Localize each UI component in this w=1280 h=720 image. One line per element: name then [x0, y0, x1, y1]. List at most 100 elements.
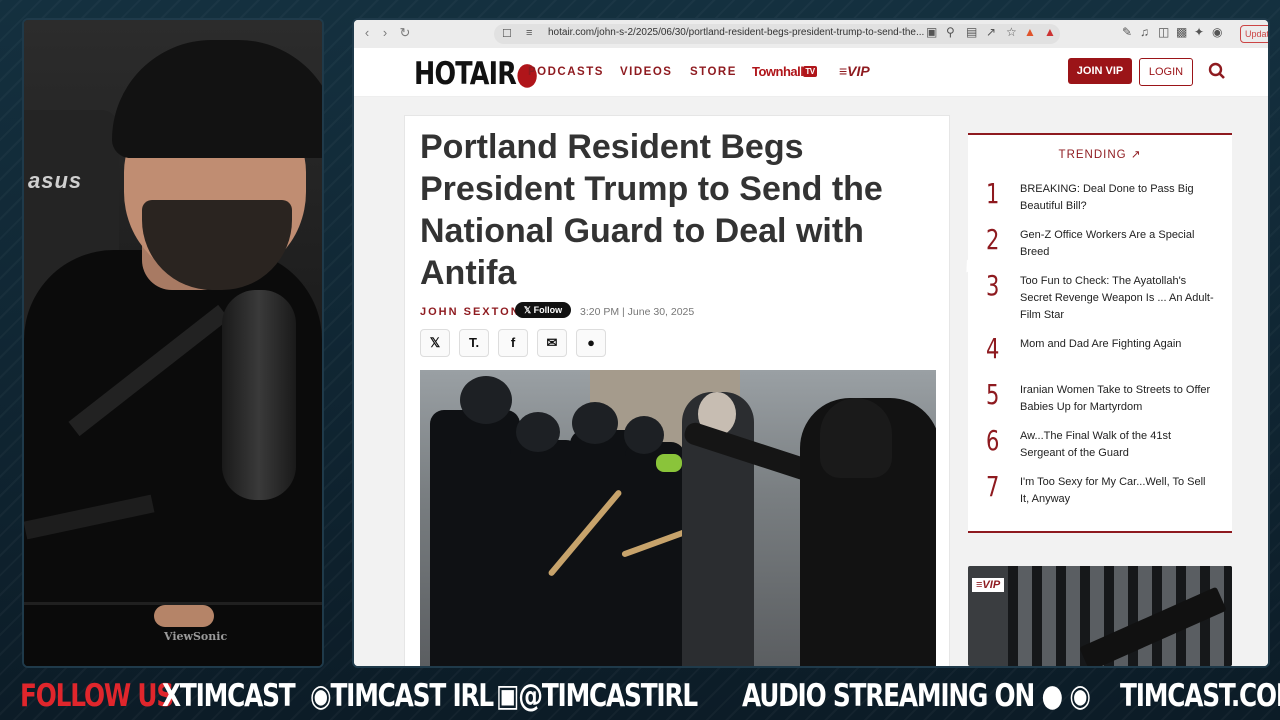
- photo-helmet: [460, 376, 512, 424]
- nav-townhall-tv[interactable]: Townhall TV: [752, 64, 817, 79]
- photo-helmet: [572, 402, 618, 444]
- trend-up-icon: ↗: [1130, 149, 1142, 161]
- music-icon[interactable]: ♫: [1140, 25, 1149, 39]
- instagram-icon: ▣: [496, 678, 519, 714]
- reload-icon[interactable]: ↻: [398, 26, 412, 40]
- rewards-icon[interactable]: ▲: [1044, 25, 1056, 39]
- share-email-icon[interactable]: ✉: [537, 329, 567, 357]
- hotair-logo[interactable]: HOTAIR●: [414, 56, 538, 92]
- x-handle: XTIMCAST: [162, 678, 296, 714]
- site-url: TIMCAST.COM: [1120, 678, 1280, 714]
- trending-link[interactable]: Iranian Women Take to Streets to Offer B…: [1020, 382, 1216, 416]
- microphone: [222, 290, 296, 500]
- flag-icon: ≡: [839, 63, 848, 79]
- instagram-handle-text: @TIMCASTIRL: [518, 678, 698, 714]
- chair-logo: asus: [28, 168, 83, 193]
- follow-us-label: FOLLOW US: [20, 678, 174, 714]
- nav-podcasts[interactable]: PODCASTS: [528, 66, 604, 78]
- share-icon[interactable]: ↗: [986, 25, 996, 39]
- trending-link[interactable]: Mom and Dad Are Fighting Again: [1020, 336, 1216, 353]
- article-card: Portland Resident Begs President Trump t…: [404, 115, 950, 666]
- browser-window: ‹ › ↻ ☐ ≡ hotair.com/john-s-2/2025/06/30…: [352, 18, 1270, 668]
- x-handle-text: TIMCAST: [179, 678, 296, 714]
- photo-helmet: [516, 412, 560, 452]
- nav-store[interactable]: STORE: [690, 66, 737, 78]
- instagram-handle: ▣@TIMCASTIRL: [496, 678, 698, 714]
- vpn-icon[interactable]: ◉: [1212, 25, 1222, 39]
- share-comment-icon[interactable]: ●: [576, 329, 606, 357]
- trending-label: TRENDING: [1058, 149, 1127, 161]
- trending-link[interactable]: Too Fun to Check: The Ayatollah's Secret…: [1020, 273, 1216, 324]
- photo-officer: [625, 442, 685, 666]
- facebook-handle: ◉TIMCAST IRL: [310, 678, 494, 714]
- page-content: Portland Resident Begs President Trump t…: [354, 97, 1268, 666]
- trending-number: 2: [986, 223, 1000, 256]
- follow-label: Follow: [533, 305, 563, 315]
- brave-shield-icon[interactable]: ▲: [1024, 25, 1036, 39]
- share-facebook-icon[interactable]: f: [498, 329, 528, 357]
- url-text[interactable]: hotair.com/john-s-2/2025/06/30/portland-…: [548, 27, 924, 38]
- trending-link[interactable]: Aw...The Final Walk of the 41st Sergeant…: [1020, 428, 1216, 462]
- trending-number: 6: [986, 424, 1000, 457]
- townhall-tv-badge: TV: [803, 66, 817, 77]
- photo-officer: [430, 410, 520, 666]
- trending-number: 3: [986, 269, 1000, 302]
- cast-icon[interactable]: ▣: [926, 25, 937, 39]
- webcam-feed: asus ViewSonic: [22, 18, 324, 668]
- join-vip-button[interactable]: JOIN VIP: [1068, 58, 1132, 84]
- facebook-icon: ◉: [310, 678, 332, 714]
- vip-badge-label: VIP: [982, 579, 1001, 591]
- trending-link[interactable]: BREAKING: Deal Done to Pass Big Beautifu…: [1020, 181, 1216, 215]
- vip-badge: ≡VIP: [972, 578, 1005, 592]
- zoom-icon[interactable]: ⚲: [946, 25, 955, 39]
- trending-number: 5: [986, 378, 1000, 411]
- logo-air: AIR: [469, 56, 517, 92]
- trending-link[interactable]: I'm Too Sexy for My Car...Well, To Sell …: [1020, 474, 1216, 508]
- sidebar-icon[interactable]: ◫: [1158, 25, 1169, 39]
- nav-vip[interactable]: ≡VIP: [839, 63, 870, 79]
- login-button[interactable]: LOGIN: [1139, 58, 1193, 86]
- update-button[interactable]: Updat: [1240, 25, 1268, 43]
- article-photo: [420, 370, 936, 666]
- bookmark-icon[interactable]: ☐: [502, 27, 512, 40]
- article-dateline: 3:20 PM | June 30, 2025: [580, 306, 695, 318]
- spotify-icon: ◉: [1069, 678, 1091, 714]
- trending-link[interactable]: Gen-Z Office Workers Are a Special Breed: [1020, 227, 1216, 261]
- search-icon[interactable]: [1208, 62, 1226, 80]
- share-truth-icon[interactable]: T.: [459, 329, 489, 357]
- back-icon[interactable]: ‹: [360, 26, 374, 40]
- logo-hot: HOT: [414, 56, 471, 92]
- site-info-icon[interactable]: ≡: [526, 27, 532, 39]
- extensions-icon[interactable]: ✎: [1122, 25, 1132, 39]
- trending-number: 7: [986, 470, 1000, 503]
- photo-glove: [656, 454, 682, 472]
- article-headline: Portland Resident Begs President Trump t…: [420, 128, 883, 292]
- host-hand: [154, 605, 214, 627]
- townhall-label: Townhall: [752, 64, 804, 79]
- nav-videos[interactable]: VIDEOS: [620, 66, 672, 78]
- trending-number: 4: [986, 332, 1000, 365]
- trending-sidebar: TRENDING ↗ 1 BREAKING: Deal Done to Pass…: [968, 133, 1232, 533]
- author-link[interactable]: JOHN SEXTON: [420, 306, 521, 318]
- bookmark-star-icon[interactable]: ☆: [1006, 25, 1017, 39]
- wallet-icon[interactable]: ▩: [1176, 25, 1187, 39]
- reader-icon[interactable]: ▤: [966, 25, 977, 39]
- site-header: HOTAIR● PODCASTS VIDEOS STORE Townhall TV…: [354, 48, 1268, 97]
- trending-number: 1: [986, 177, 1000, 210]
- monitor-brand: ViewSonic: [164, 630, 228, 643]
- social-ticker: FOLLOW US XTIMCAST ◉TIMCAST IRL ▣@TIMCAS…: [0, 672, 1280, 720]
- x-icon: 𝕏: [523, 305, 534, 315]
- share-x-icon[interactable]: 𝕏: [420, 329, 450, 357]
- browser-toolbar: ‹ › ↻ ☐ ≡ hotair.com/john-s-2/2025/06/30…: [354, 20, 1268, 49]
- photo-protester-hood: [820, 398, 892, 478]
- photo-helmet: [624, 416, 664, 454]
- x-follow-button[interactable]: 𝕏 Follow: [515, 302, 571, 318]
- vip-label: VIP: [847, 63, 870, 79]
- audio-streaming: AUDIO STREAMING ON ● ◉: [742, 678, 1091, 714]
- trending-title: TRENDING ↗: [968, 147, 1232, 161]
- forward-icon[interactable]: ›: [378, 26, 392, 40]
- vip-promo-card[interactable]: ≡VIP: [968, 566, 1232, 666]
- leo-icon[interactable]: ✦: [1194, 25, 1204, 39]
- apple-icon: ●: [1041, 678, 1063, 714]
- x-logo-icon: X: [162, 678, 181, 714]
